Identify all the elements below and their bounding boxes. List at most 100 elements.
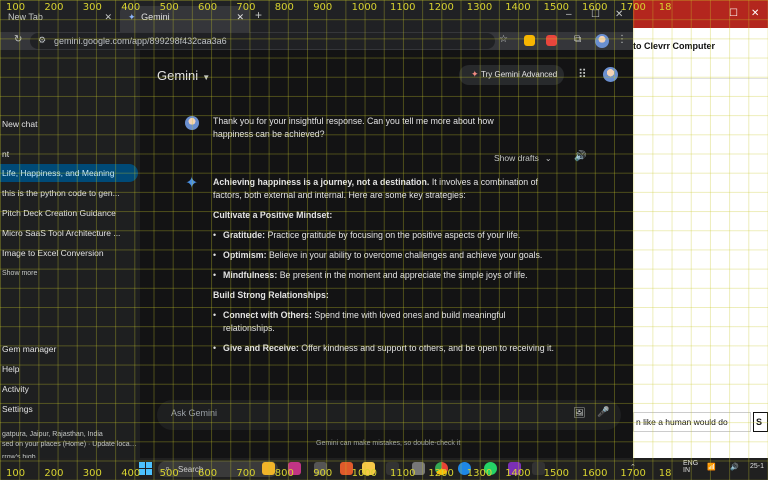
recent-heading: nt <box>2 149 10 159</box>
maximize-icon[interactable]: ☐ <box>729 8 738 19</box>
close-icon[interactable]: ✕ <box>104 12 112 23</box>
show-drafts-label: Show drafts <box>494 153 539 163</box>
bookmark-star-icon[interactable]: ☆ <box>499 34 508 45</box>
taskbar-app-icon[interactable] <box>340 462 353 475</box>
wifi-icon[interactable]: 📶 <box>707 463 716 471</box>
section-heading: Build Strong Relationships: <box>213 290 329 300</box>
response-intro: Achieving happiness is a journey, not a … <box>213 176 558 202</box>
gem-manager-button[interactable]: Gem manager <box>0 340 138 358</box>
list-text: Offer kindness and support to others, an… <box>298 343 554 353</box>
activity-button[interactable]: Activity <box>0 380 138 398</box>
update-location-link[interactable]: sed on your places (Home) · Update locat… <box>0 437 138 455</box>
list-item: Gratitude: Practice gratitude by focusin… <box>213 229 558 242</box>
tab-new-tab[interactable]: New Tab ✕ <box>0 6 118 32</box>
screen: New Tab ✕ ✦ Gemini ✕ + – ☐ ✕ ↻ ⚙ gemini.… <box>0 0 768 480</box>
background-page-title: to Clevrr Computer <box>633 41 716 51</box>
whatsapp-icon[interactable] <box>484 462 497 475</box>
background-window: ☐ ✕ to Clevrr Computer n like a human wo… <box>633 0 768 458</box>
address-bar[interactable]: ⚙ gemini.google.com/app/899298f432caa3a6 <box>30 33 495 49</box>
list-term: Give and Receive: <box>223 343 299 353</box>
extensions-puzzle-icon[interactable]: ⧉ <box>574 34 581 45</box>
taskbar-search[interactable]: ⌕ Search <box>158 461 278 477</box>
gemini-spark-icon: ✦ <box>128 12 136 22</box>
premiere-icon[interactable] <box>508 462 521 475</box>
show-drafts-button[interactable]: Show drafts ⌄ <box>494 153 552 163</box>
divider <box>633 78 768 79</box>
taskbar-app-icon[interactable] <box>412 462 425 475</box>
sidebar-item-chat[interactable]: Life, Happiness, and Meaning <box>0 164 138 182</box>
maximize-icon[interactable]: ☐ <box>591 9 600 20</box>
sidebar: New chat nt Life, Happiness, and Meaning… <box>0 50 140 461</box>
list-item: Give and Receive: Offer kindness and sup… <box>213 342 558 355</box>
tab-gemini[interactable]: ✦ Gemini ✕ <box>120 6 250 32</box>
upload-image-icon[interactable]: 🖼 <box>573 408 586 419</box>
taskbar-app-icon[interactable] <box>314 462 327 475</box>
file-explorer-icon[interactable] <box>362 462 375 475</box>
background-input[interactable]: n like a human would do <box>633 412 751 432</box>
list-item: Connect with Others: Spend time with lov… <box>213 309 558 335</box>
intro-bold: Achieving happiness is a journey, not a … <box>213 177 430 187</box>
list-text: Be present in the moment and appreciate … <box>277 270 528 280</box>
speaker-icon[interactable]: 🔊 <box>574 151 586 162</box>
browser-toolbar: ↻ ⚙ gemini.google.com/app/899298f432caa3… <box>0 32 633 50</box>
account-avatar[interactable] <box>603 67 618 82</box>
list-term: Connect with Others: <box>223 310 312 320</box>
sidebar-item-chat[interactable]: Micro SaaS Tool Architecture ... <box>0 224 138 242</box>
window-close-icon[interactable]: ✕ <box>615 9 623 20</box>
model-response: Achieving happiness is a journey, not a … <box>213 176 558 362</box>
google-apps-icon[interactable]: ⠿ <box>578 67 587 81</box>
extension-icon[interactable] <box>524 35 535 46</box>
edge-icon[interactable] <box>458 462 471 475</box>
search-label: Search <box>178 465 204 474</box>
taskbar-app-icon[interactable] <box>288 462 301 475</box>
try-advanced-button[interactable]: ✦ Try Gemini Advanced <box>459 65 564 85</box>
help-button[interactable]: Help <box>0 360 138 378</box>
windows-start-icon[interactable] <box>139 462 152 475</box>
show-more-button[interactable]: Show more <box>0 266 138 284</box>
background-submit-button[interactable]: S <box>753 412 768 432</box>
taskbar: ⌕ Search ⌃ ENG IN 📶 🔊 25-1 <box>0 458 768 480</box>
reload-icon[interactable]: ↻ <box>14 34 22 45</box>
new-tab-plus-icon[interactable]: + <box>255 8 262 22</box>
window-close-icon[interactable]: ✕ <box>751 8 759 19</box>
close-icon[interactable]: ✕ <box>236 12 244 23</box>
chrome-icon[interactable] <box>435 462 448 475</box>
list-term: Mindfulness: <box>223 270 278 280</box>
clock-text[interactable]: 25-1 <box>750 463 764 470</box>
disclaimer-text: Gemini can make mistakes, so double-chec… <box>316 440 461 447</box>
site-settings-icon[interactable]: ⚙ <box>38 35 46 46</box>
advanced-label: Try Gemini Advanced <box>481 70 558 79</box>
ask-gemini-input[interactable] <box>171 408 551 418</box>
url-text: gemini.google.com/app/899298f432caa3a6 <box>54 36 227 46</box>
language-indicator[interactable]: ENG IN <box>683 460 698 474</box>
sidebar-item-chat[interactable]: Pitch Deck Creation Guidance <box>0 204 138 222</box>
terminal-icon[interactable] <box>386 462 399 475</box>
microphone-icon[interactable]: 🎤 <box>597 407 609 418</box>
list-term: Gratitude: <box>223 230 266 240</box>
background-window-titlebar: ☐ ✕ <box>633 0 768 28</box>
settings-button[interactable]: Settings <box>0 400 138 418</box>
brand-title: Gemini <box>157 68 199 83</box>
taskbar-app-icon[interactable] <box>532 462 545 475</box>
user-avatar <box>185 116 199 130</box>
lang-region: IN <box>683 467 690 474</box>
tray-icon[interactable]: ⌃ <box>630 463 636 471</box>
chevron-down-icon: ⌄ <box>544 154 552 163</box>
list-term: Optimism: <box>223 250 267 260</box>
profile-avatar[interactable] <box>595 34 609 48</box>
sidebar-item-chat[interactable]: this is the python code to gen... <box>0 184 138 202</box>
browser-menu-icon[interactable]: ⋮ <box>617 34 627 45</box>
extension-icon[interactable] <box>546 35 557 46</box>
taskbar-app-icon[interactable] <box>262 462 275 475</box>
list-text: Believe in your ability to overcome chal… <box>266 250 543 260</box>
gemini-model-selector[interactable]: Gemini ▼ <box>157 68 210 83</box>
sparkle-icon: ✦ <box>471 69 479 79</box>
sidebar-item-chat[interactable]: Image to Excel Conversion <box>0 244 138 262</box>
volume-icon[interactable]: 🔊 <box>730 463 739 471</box>
gemini-spark-icon: ✦ <box>185 175 199 192</box>
search-icon: ⌕ <box>165 463 171 473</box>
minimize-icon[interactable]: – <box>566 9 572 20</box>
tab-strip: New Tab ✕ ✦ Gemini ✕ + – ☐ ✕ <box>0 0 633 32</box>
new-chat-button[interactable]: New chat <box>0 115 138 133</box>
chat-main: Gemini ▼ ✦ Try Gemini Advanced ⠿ Thank yo… <box>140 50 633 458</box>
